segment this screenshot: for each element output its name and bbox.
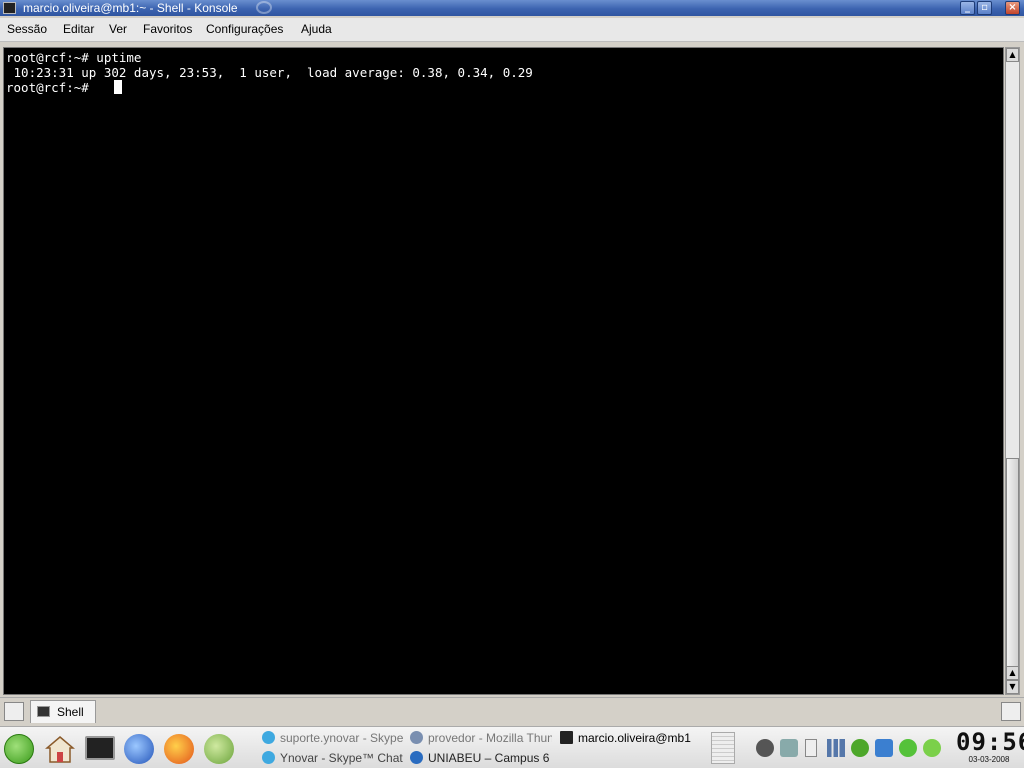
- desktop-pager[interactable]: [711, 732, 735, 764]
- menu-sessao[interactable]: Sessão: [7, 22, 47, 36]
- skype-icon: [262, 731, 275, 744]
- taskbar-item-label: Ynovar - Skype™ Chat: [280, 751, 403, 765]
- taskbar: suporte.ynovar - Skype provedor - Mozill…: [0, 726, 1024, 768]
- konsole-app-icon[interactable]: [3, 2, 16, 14]
- suse-swirl-icon: [256, 1, 272, 14]
- terminal-icon: [37, 706, 50, 717]
- menu-ver[interactable]: Ver: [109, 22, 127, 36]
- taskbar-item-label: provedor - Mozilla Thunderbird: [428, 731, 552, 745]
- browser-icon: [410, 751, 423, 764]
- taskbar-item[interactable]: UNIABEU – Campus 6: [410, 751, 552, 765]
- skype-icon: [262, 751, 275, 764]
- taskbar-item-active[interactable]: marcio.oliveira@mb1: [560, 731, 702, 745]
- session-tab-bar: Shell: [0, 697, 1024, 724]
- firefox-launcher-icon[interactable]: [164, 734, 194, 764]
- maximize-button[interactable]: ▫: [977, 1, 992, 15]
- signal-bars-icon[interactable]: [827, 739, 845, 757]
- terminal-icon: [560, 731, 573, 744]
- terminal-scrollbar[interactable]: ▲ ▲ ▼: [1005, 47, 1020, 695]
- taskbar-item-label: marcio.oliveira@mb1: [578, 731, 691, 745]
- taskbar-item[interactable]: suporte.ynovar - Skype: [262, 731, 404, 745]
- minimize-button[interactable]: _: [960, 1, 975, 15]
- terminal-cursor: [114, 80, 122, 94]
- scrollbar-thumb[interactable]: [1006, 458, 1019, 668]
- yast-tools-icon[interactable]: [204, 734, 234, 764]
- menu-configuracoes[interactable]: Configurações: [206, 22, 283, 36]
- menu-bar: Sessão Editar Ver Favoritos Configuraçõe…: [0, 18, 1024, 42]
- scroll-down-arrow-icon[interactable]: ▼: [1006, 680, 1019, 694]
- clock-time: 09:56: [956, 728, 1024, 756]
- taskbar-item[interactable]: Ynovar - Skype™ Chat: [262, 751, 410, 765]
- terminal-output[interactable]: root@rcf:~# uptime 10:23:31 up 302 days,…: [3, 47, 1004, 695]
- thunderbird-launcher-icon[interactable]: [124, 734, 154, 764]
- terminal-launcher-icon[interactable]: [85, 736, 115, 760]
- taskbar-item-label: suporte.ynovar - Skype: [280, 731, 404, 745]
- menu-favoritos[interactable]: Favoritos: [143, 22, 192, 36]
- terminal-line: root@rcf:~# uptime: [6, 50, 142, 65]
- tab-label: Shell: [57, 705, 84, 719]
- home-icon[interactable]: [44, 734, 76, 764]
- taskbar-item[interactable]: provedor - Mozilla Thunderbird: [410, 731, 552, 745]
- window-titlebar: marcio.oliveira@mb1:~ - Shell - Konsole …: [0, 0, 1024, 16]
- close-session-button[interactable]: [1001, 702, 1021, 721]
- close-button[interactable]: ×: [1005, 1, 1020, 15]
- network-icon[interactable]: [780, 739, 798, 757]
- scroll-up-arrow-icon[interactable]: ▲: [1006, 666, 1019, 680]
- nvidia-icon[interactable]: [851, 739, 869, 757]
- clipboard-icon[interactable]: [805, 739, 817, 757]
- network-manager-icon[interactable]: [875, 739, 893, 757]
- terminal-line: 10:23:31 up 302 days, 23:53, 1 user, loa…: [6, 65, 533, 80]
- new-session-button[interactable]: [4, 702, 24, 721]
- menu-editar[interactable]: Editar: [63, 22, 94, 36]
- speaker-icon[interactable]: [756, 739, 774, 757]
- terminal-line: root@rcf:~#: [6, 80, 97, 95]
- clock[interactable]: 09:56 03-03-2008: [956, 728, 1024, 767]
- tab-shell[interactable]: Shell: [30, 700, 96, 723]
- taskbar-item-label: UNIABEU – Campus 6: [428, 751, 550, 765]
- thunderbird-icon: [410, 731, 423, 744]
- clock-date: 03-03-2008: [968, 755, 1010, 764]
- scroll-up-arrow-icon[interactable]: ▲: [1006, 48, 1019, 62]
- window-title: marcio.oliveira@mb1:~ - Shell - Konsole: [23, 1, 238, 15]
- status-check-icon[interactable]: [923, 739, 941, 757]
- updater-icon[interactable]: [899, 739, 917, 757]
- suse-menu-icon[interactable]: [4, 734, 34, 764]
- menu-ajuda[interactable]: Ajuda: [301, 22, 332, 36]
